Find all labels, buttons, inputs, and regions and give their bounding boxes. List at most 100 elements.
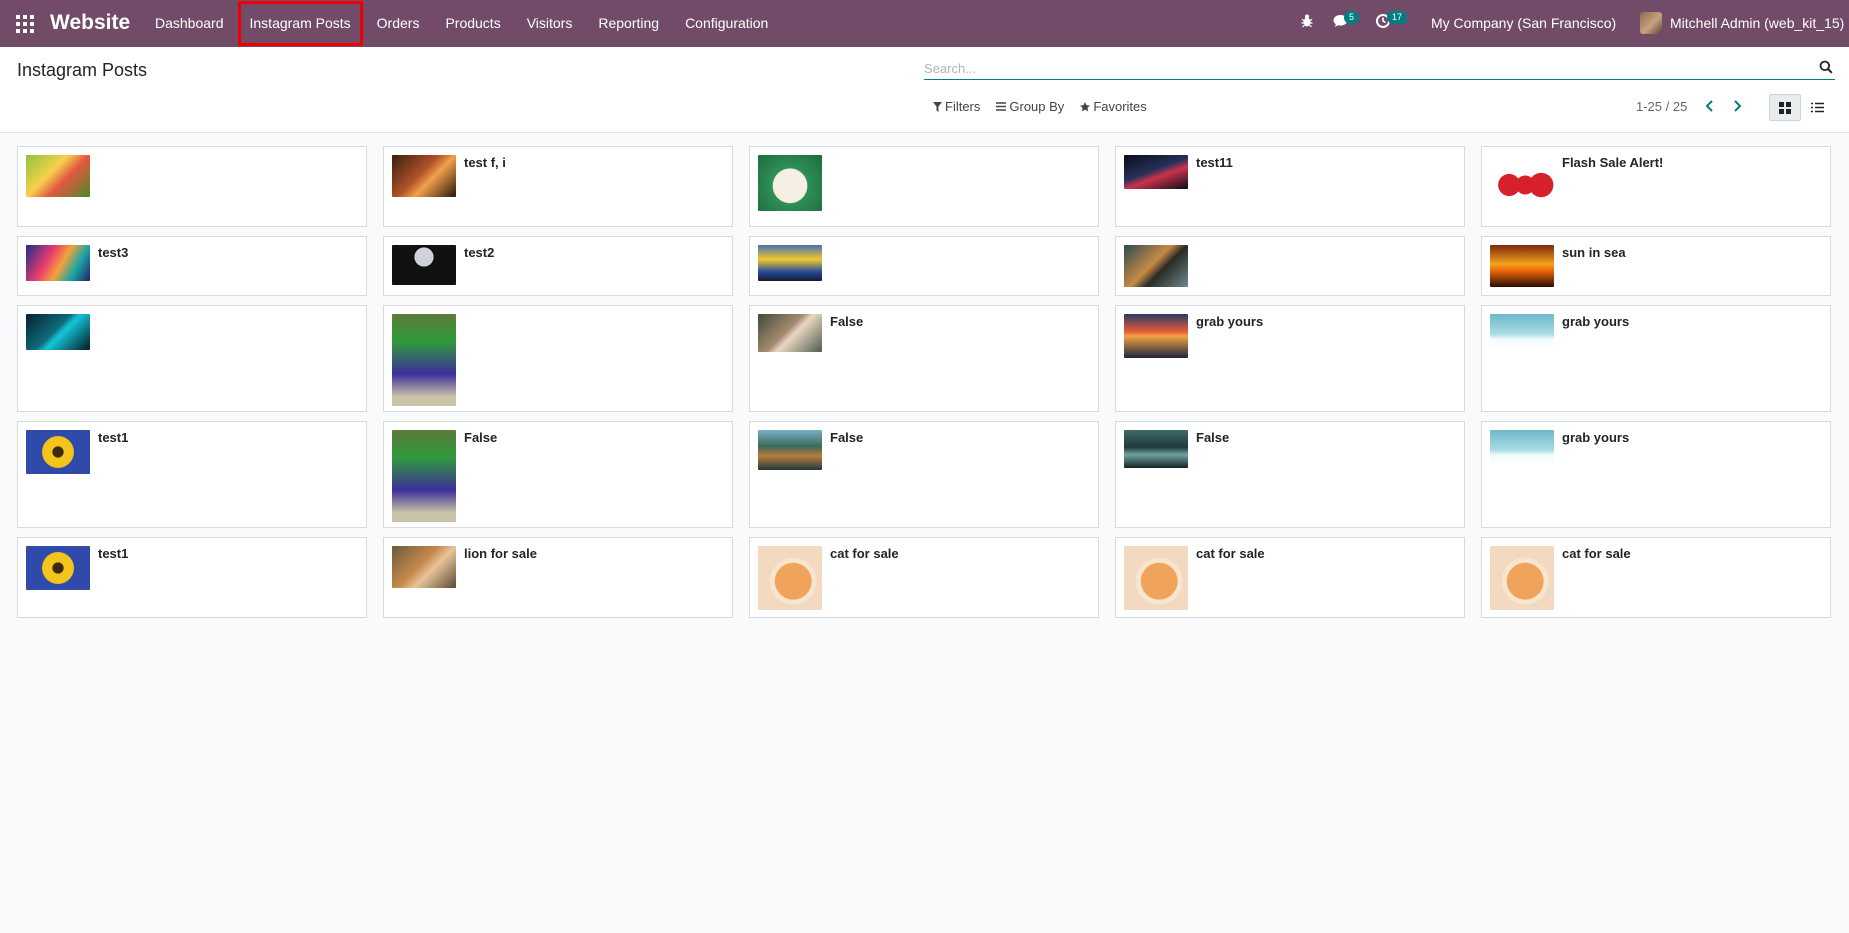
filters-button[interactable]: Filters bbox=[933, 99, 980, 114]
star-icon bbox=[1080, 101, 1091, 111]
kanban-card[interactable]: lion for sale bbox=[383, 537, 733, 618]
kanban-card[interactable]: Flash Sale Alert! bbox=[1481, 146, 1831, 227]
menu-item-products[interactable]: Products bbox=[432, 0, 513, 47]
car-image bbox=[1124, 155, 1188, 189]
tiger-image bbox=[1124, 245, 1188, 287]
favorites-label: Favorites bbox=[1093, 99, 1147, 114]
card-title: cat for sale bbox=[830, 546, 899, 561]
menu-item-dashboard[interactable]: Dashboard bbox=[142, 0, 237, 47]
search-box bbox=[924, 57, 1835, 80]
bug-icon[interactable] bbox=[1299, 13, 1319, 33]
kanban-card[interactable]: sun in sea bbox=[1481, 236, 1831, 296]
card-title: cat for sale bbox=[1196, 546, 1265, 561]
pager-next-icon[interactable] bbox=[1730, 99, 1744, 113]
menu-item-configuration[interactable]: Configuration bbox=[672, 0, 781, 47]
parrot-image bbox=[392, 314, 456, 406]
card-title: cat for sale bbox=[1562, 546, 1631, 561]
card-title: grab yours bbox=[1196, 314, 1264, 329]
kanban-card[interactable]: cat for sale bbox=[1481, 537, 1831, 618]
krishna-image bbox=[26, 155, 90, 197]
apps-menu-icon[interactable] bbox=[16, 15, 34, 33]
activity-clock-icon[interactable]: 17 bbox=[1375, 11, 1408, 33]
group-by-icon bbox=[996, 102, 1007, 111]
company-switcher[interactable]: My Company (San Francisco) bbox=[1431, 15, 1616, 31]
main-menu: Dashboard Instagram Posts Orders Product… bbox=[142, 0, 781, 47]
kanban-card[interactable]: test3 bbox=[17, 236, 367, 296]
kanban-card[interactable] bbox=[383, 305, 733, 412]
card-title: sun in sea bbox=[1562, 245, 1626, 260]
kanban-card[interactable]: test1 bbox=[17, 537, 367, 618]
list-view-button[interactable] bbox=[1801, 94, 1833, 121]
autumn-image bbox=[392, 155, 456, 197]
forest-image bbox=[1124, 430, 1188, 468]
search-input[interactable] bbox=[924, 57, 1804, 79]
cyber-image bbox=[26, 314, 90, 350]
kanban-card[interactable]: test f, i bbox=[383, 146, 733, 227]
search-icon[interactable] bbox=[1819, 60, 1833, 74]
list-icon bbox=[1810, 102, 1824, 113]
card-title: test1 bbox=[98, 430, 129, 445]
kanban-card[interactable]: False bbox=[1115, 421, 1465, 528]
menu-item-reporting[interactable]: Reporting bbox=[585, 0, 672, 47]
card-title: test1 bbox=[98, 546, 129, 561]
card-title: grab yours bbox=[1562, 430, 1630, 445]
menu-item-orders[interactable]: Orders bbox=[364, 0, 433, 47]
sale-image bbox=[1490, 155, 1554, 205]
parrot-image bbox=[392, 430, 456, 522]
pager-previous-icon[interactable] bbox=[1703, 99, 1717, 113]
favorites-button[interactable]: Favorites bbox=[1080, 99, 1147, 114]
group-by-button[interactable]: Group By bbox=[996, 99, 1064, 114]
card-title: grab yours bbox=[1562, 314, 1630, 329]
xmas-image bbox=[1490, 430, 1554, 466]
kanban-card[interactable]: False bbox=[749, 305, 1099, 412]
filter-icon bbox=[933, 101, 942, 112]
chat-badge: 5 bbox=[1344, 11, 1360, 24]
kanban-card[interactable]: False bbox=[749, 421, 1099, 528]
card-title: False bbox=[830, 430, 864, 445]
kanban-card[interactable] bbox=[1115, 236, 1465, 296]
top-navbar: Website Dashboard Instagram Posts Orders… bbox=[0, 0, 1849, 47]
kanban-view-button[interactable] bbox=[1769, 94, 1801, 121]
kanban-card[interactable] bbox=[749, 236, 1099, 296]
kanban-card[interactable] bbox=[749, 146, 1099, 227]
card-title: test2 bbox=[464, 245, 495, 260]
pager-value[interactable]: 1-25 / 25 bbox=[1636, 99, 1687, 114]
group-by-label: Group By bbox=[1009, 99, 1065, 114]
lion-image bbox=[392, 546, 456, 588]
kanban-card[interactable]: test11 bbox=[1115, 146, 1465, 227]
abstract-image bbox=[26, 245, 90, 281]
kanban-card[interactable]: grab yours bbox=[1481, 305, 1831, 412]
kanban-card[interactable]: test2 bbox=[383, 236, 733, 296]
kanban-card[interactable]: grab yours bbox=[1481, 421, 1831, 528]
user-avatar[interactable] bbox=[1640, 12, 1662, 34]
card-title: lion for sale bbox=[464, 546, 537, 561]
kanban-card[interactable] bbox=[17, 305, 367, 412]
kanban-card[interactable]: cat for sale bbox=[749, 537, 1099, 618]
kanban-card[interactable]: False bbox=[383, 421, 733, 528]
chat-icon[interactable]: 5 bbox=[1332, 11, 1360, 33]
cat-image bbox=[1124, 546, 1188, 610]
kanban-card[interactable]: test1 bbox=[17, 421, 367, 528]
xmas-image bbox=[1490, 314, 1554, 350]
cat-image bbox=[1490, 546, 1554, 610]
kanban-card[interactable] bbox=[17, 146, 367, 227]
control-panel: Instagram Posts Filters Group By Favorit… bbox=[0, 47, 1849, 133]
user-menu[interactable]: Mitchell Admin (web_kit_15) bbox=[1670, 15, 1844, 31]
lake-image bbox=[758, 430, 822, 470]
kanban-grid: test f, i test11 Flash Sale Alert! test3 tes… bbox=[17, 146, 1833, 618]
kanban-card[interactable]: cat for sale bbox=[1115, 537, 1465, 618]
monkey-image bbox=[758, 314, 822, 352]
app-brand[interactable]: Website bbox=[50, 11, 130, 35]
sunflower-image bbox=[26, 430, 90, 474]
kanban-card[interactable]: grab yours bbox=[1115, 305, 1465, 412]
minion-image bbox=[758, 245, 822, 281]
card-title: test3 bbox=[98, 245, 129, 260]
card-title: False bbox=[1196, 430, 1230, 445]
activity-badge: 17 bbox=[1387, 11, 1408, 24]
card-title: test11 bbox=[1196, 155, 1233, 170]
planet-image bbox=[392, 245, 456, 285]
menu-item-instagram-posts[interactable]: Instagram Posts bbox=[237, 0, 364, 47]
card-title: Flash Sale Alert! bbox=[1562, 155, 1664, 170]
cat-image bbox=[758, 546, 822, 610]
menu-item-visitors[interactable]: Visitors bbox=[514, 0, 586, 47]
